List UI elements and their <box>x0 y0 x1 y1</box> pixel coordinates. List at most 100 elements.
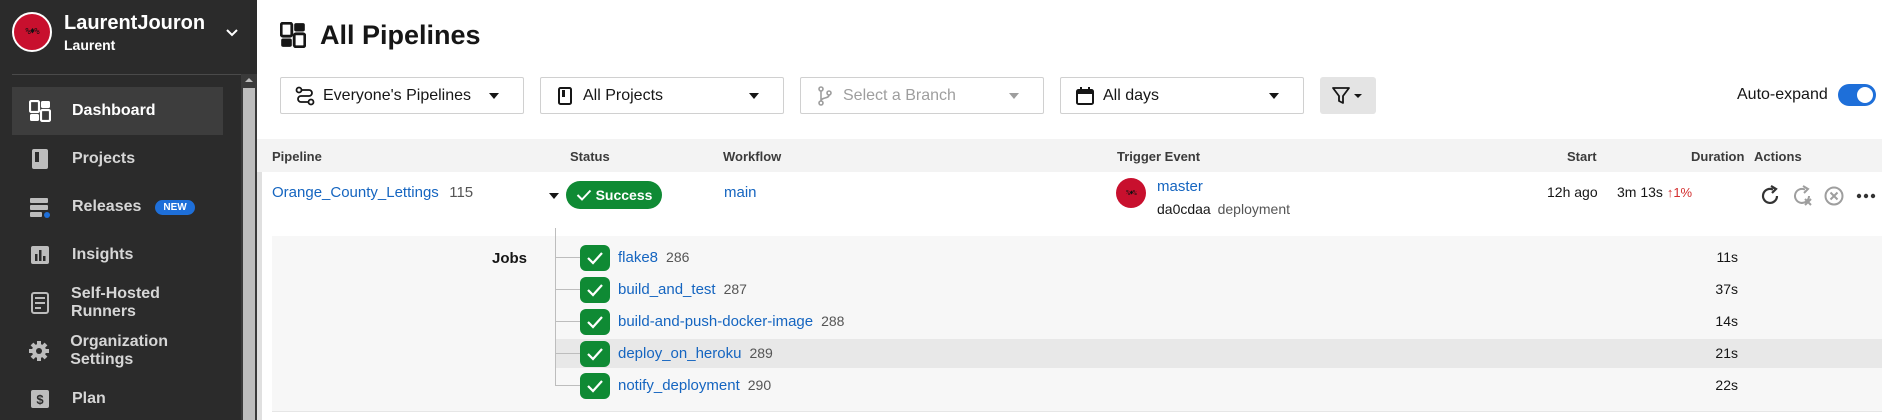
plan-icon: $ <box>28 387 52 411</box>
advanced-filter-button[interactable] <box>1320 77 1376 114</box>
org-switcher[interactable]: %♦% LaurentJouron Laurent <box>0 0 257 64</box>
column-header-pipeline: Pipeline <box>272 149 322 164</box>
rerun-workflow-button[interactable] <box>1757 183 1783 209</box>
sidebar-item-dashboard[interactable]: Dashboard <box>12 87 223 135</box>
pipelines-filter-value: Everyone's Pipelines <box>323 86 472 104</box>
toggle-knob <box>1857 87 1873 103</box>
branch-filter-dropdown[interactable]: Select a Branch <box>800 77 1044 114</box>
commit-hash-link[interactable]: da0cdaa <box>1157 201 1211 217</box>
pipeline-start: 12h ago <box>1547 184 1598 200</box>
funnel-icon <box>1332 86 1362 104</box>
job-duration: 21s <box>1715 345 1738 361</box>
sidebar: %♦% LaurentJouron Laurent Dashboard Proj… <box>0 0 257 420</box>
sidebar-divider <box>12 74 257 75</box>
org-user: Laurent <box>64 37 116 53</box>
sidebar-item-self-hosted-runners[interactable]: Self-Hosted Runners <box>12 279 223 327</box>
job-duration: 37s <box>1715 281 1738 297</box>
auto-expand-toggle[interactable] <box>1838 84 1876 106</box>
job-row[interactable]: notify_deployment 290 22s <box>556 371 1882 400</box>
duration-delta: ↑1% <box>1666 185 1693 200</box>
column-header-start: Start <box>1567 149 1597 164</box>
caret-down-icon <box>1269 93 1279 99</box>
job-number: 288 <box>821 313 845 329</box>
releases-icon <box>28 195 52 219</box>
column-header-actions: Actions <box>1754 149 1802 164</box>
job-duration: 22s <box>1715 377 1738 393</box>
sidebar-item-label: Projects <box>72 150 136 167</box>
column-header-status: Status <box>570 149 610 164</box>
pipeline-number: 115 <box>449 184 474 201</box>
rerun-icon <box>1761 185 1779 205</box>
sidebar-item-insights[interactable]: Insights <box>12 231 223 279</box>
cancel-workflow-button[interactable] <box>1821 183 1847 209</box>
job-row[interactable]: build-and-push-docker-image 288 14s <box>556 307 1882 336</box>
projects-icon <box>28 147 52 171</box>
sidebar-scrollbar-thumb[interactable] <box>243 88 255 420</box>
success-check-icon <box>580 373 610 399</box>
job-duration: 11s <box>1716 249 1738 265</box>
job-number: 289 <box>749 345 773 361</box>
rerun-failed-button[interactable] <box>1789 183 1815 209</box>
gear-icon <box>28 339 50 363</box>
pipelines-filter-dropdown[interactable]: Everyone's Pipelines <box>280 77 524 114</box>
status-badge-label: Success <box>595 187 653 203</box>
workflow-link[interactable]: main <box>724 184 757 201</box>
job-name-link[interactable]: notify_deployment <box>618 377 740 394</box>
branch-filter-placeholder: Select a Branch <box>843 86 956 104</box>
cancel-circle-icon <box>1824 186 1844 206</box>
new-badge: NEW <box>155 199 195 215</box>
org-name: LaurentJouron <box>64 12 206 34</box>
pipeline-row: Orange_County_Lettings 115 <box>272 184 473 202</box>
projects-filter-dropdown[interactable]: All Projects <box>540 77 784 114</box>
scroll-up-arrow-icon[interactable] <box>243 76 255 84</box>
job-name-link[interactable]: flake8 <box>618 249 658 266</box>
job-number: 287 <box>723 281 747 297</box>
row-indicator <box>257 172 262 420</box>
sidebar-item-plan[interactable]: $ Plan <box>12 375 223 420</box>
job-name-link[interactable]: build_and_test <box>618 281 716 298</box>
caret-down-icon <box>749 93 759 99</box>
job-row[interactable]: flake8 286 11s <box>556 243 1882 272</box>
success-check-icon <box>580 309 610 335</box>
sidebar-item-label: Releases <box>72 198 142 215</box>
days-filter-dropdown[interactable]: All days <box>1060 77 1304 114</box>
caret-down-icon <box>1009 93 1019 99</box>
dashboard-icon <box>28 99 52 123</box>
days-filter-value: All days <box>1103 86 1160 104</box>
more-horizontal-icon <box>1856 193 1876 199</box>
sidebar-item-label: Insights <box>72 246 134 263</box>
job-row[interactable]: deploy_on_heroku 289 21s <box>556 339 1882 368</box>
sidebar-item-projects[interactable]: Projects <box>12 135 223 183</box>
job-name-link[interactable]: build-and-push-docker-image <box>618 313 813 330</box>
success-check-icon <box>580 341 610 367</box>
job-number: 290 <box>747 377 772 393</box>
duration-value: 3m 13s <box>1617 184 1663 200</box>
sidebar-item-label: Self-Hosted Runners <box>71 285 160 320</box>
pipeline-duration: 3m 13s ↑1% <box>1617 184 1692 200</box>
sidebar-item-releases[interactable]: Releases NEW <box>12 183 223 231</box>
job-number: 286 <box>666 249 690 265</box>
pipelines-icon <box>295 86 315 106</box>
projects-filter-value: All Projects <box>583 86 664 104</box>
trigger-commit: da0cdaa deployment <box>1157 201 1290 217</box>
expand-row-caret-icon[interactable] <box>549 193 559 199</box>
caret-down-icon <box>489 93 499 99</box>
runners-icon <box>28 291 51 315</box>
success-check-icon <box>580 245 610 271</box>
more-actions-button[interactable] <box>1853 183 1879 209</box>
trigger-branch-link[interactable]: master <box>1157 178 1203 195</box>
calendar-icon <box>1075 86 1095 106</box>
chevron-down-icon[interactable] <box>224 24 240 40</box>
column-header-duration: Duration <box>1691 149 1745 164</box>
jobs-label: Jobs <box>492 250 528 267</box>
status-badge[interactable]: Success <box>566 181 662 209</box>
job-name-link[interactable]: deploy_on_heroku <box>618 345 741 362</box>
column-header-trigger-event: Trigger Event <box>1117 149 1201 164</box>
pipeline-name-link[interactable]: Orange_County_Lettings <box>272 184 439 201</box>
job-row[interactable]: build_and_test 287 37s <box>556 275 1882 304</box>
divider <box>272 411 1882 412</box>
rerun-failed-icon <box>1794 185 1812 206</box>
sidebar-item-label: Organization Settings <box>70 333 168 368</box>
sidebar-item-organization-settings[interactable]: Organization Settings <box>12 327 223 375</box>
avatar: %♦% <box>1116 178 1146 208</box>
